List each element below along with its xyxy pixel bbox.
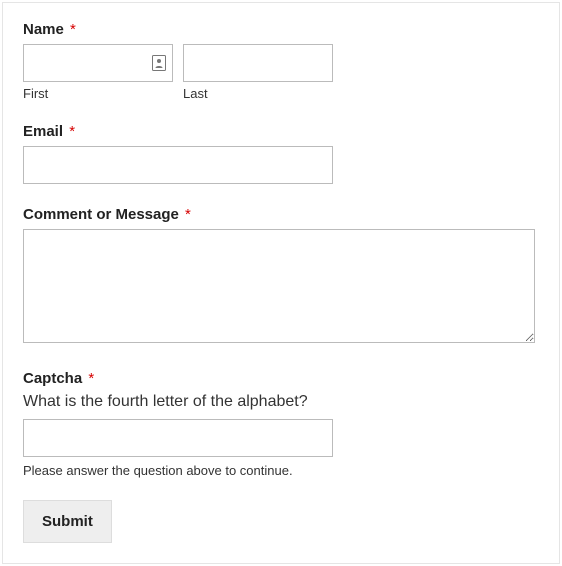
first-name-input[interactable] (23, 44, 173, 82)
email-input[interactable] (23, 146, 333, 184)
comment-textarea[interactable] (23, 229, 535, 343)
name-field-group: Name * First Las (23, 21, 539, 101)
last-name-sublabel: Last (183, 86, 333, 101)
first-name-sublabel: First (23, 86, 173, 101)
comment-label: Comment or Message * (23, 206, 539, 223)
captcha-label: Captcha * (23, 370, 539, 387)
autofill-contact-icon (152, 55, 166, 71)
required-mark: * (70, 21, 76, 38)
email-label: Email * (23, 123, 539, 140)
email-label-text: Email (23, 123, 63, 140)
required-mark: * (69, 123, 75, 140)
name-label-text: Name (23, 21, 64, 38)
captcha-label-text: Captcha (23, 370, 82, 387)
captcha-input[interactable] (23, 419, 333, 457)
required-mark: * (185, 206, 191, 223)
comment-label-text: Comment or Message (23, 206, 179, 223)
first-name-wrap (23, 44, 173, 82)
required-mark: * (88, 370, 94, 387)
contact-form: Name * First Las (2, 2, 560, 564)
captcha-question: What is the fourth letter of the alphabe… (23, 393, 539, 411)
first-name-col: First (23, 44, 173, 101)
comment-field-group: Comment or Message * (23, 206, 539, 348)
last-name-input[interactable] (183, 44, 333, 82)
captcha-hint: Please answer the question above to cont… (23, 463, 539, 478)
email-field-group: Email * (23, 123, 539, 184)
name-label: Name * (23, 21, 539, 38)
captcha-field-group: Captcha * What is the fourth letter of t… (23, 370, 539, 478)
submit-button[interactable]: Submit (23, 500, 112, 543)
last-name-col: Last (183, 44, 333, 101)
name-row: First Last (23, 44, 539, 101)
